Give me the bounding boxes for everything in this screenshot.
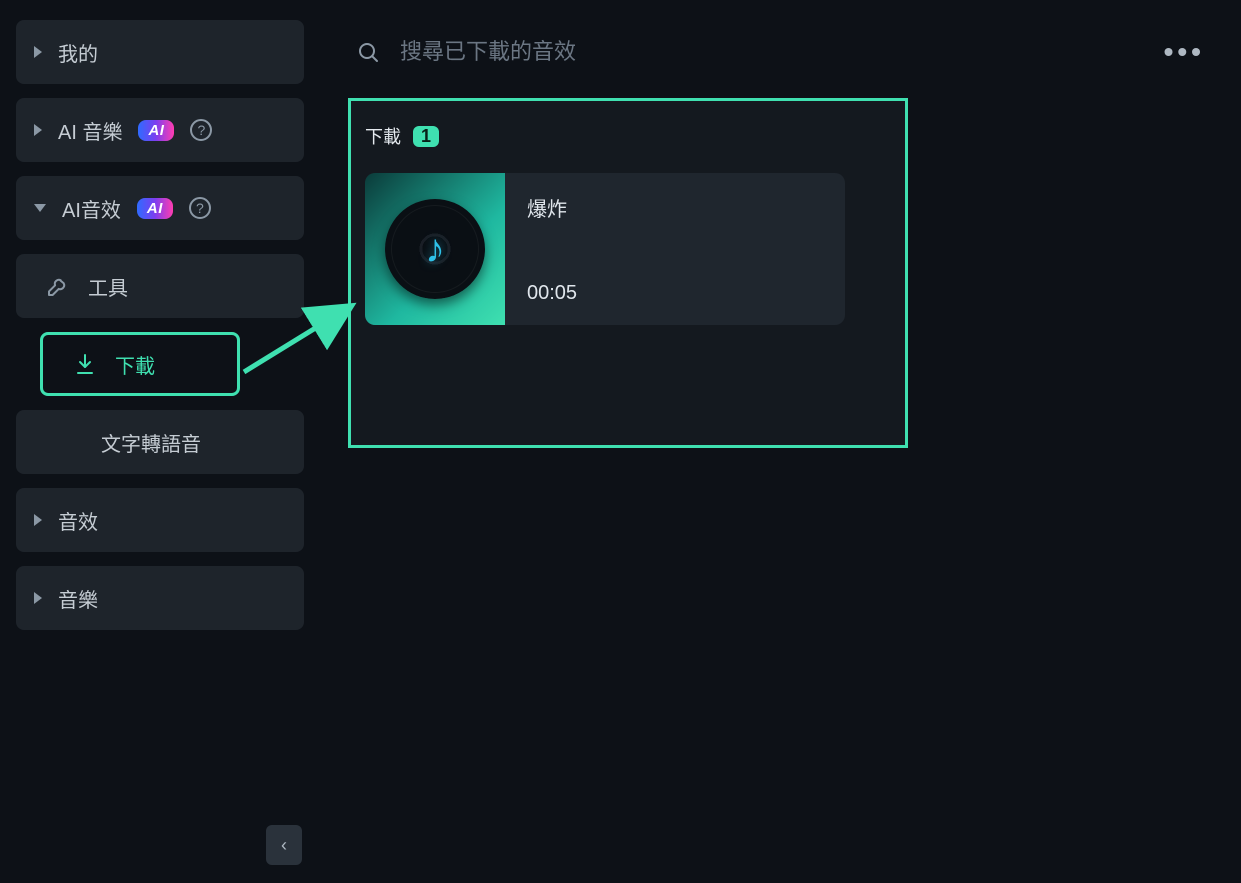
clip-name: 爆炸 <box>527 193 823 222</box>
search-input[interactable] <box>400 39 1136 65</box>
sidebar-item-label: 工具 <box>88 272 128 301</box>
chevron-down-icon <box>34 204 46 212</box>
wrench-icon <box>46 274 70 298</box>
sidebar-item-mine[interactable]: 我的 <box>16 20 304 84</box>
search-bar: ••• <box>348 24 1213 80</box>
help-icon[interactable]: ? <box>189 197 211 219</box>
chevron-right-icon <box>34 514 42 526</box>
more-button[interactable]: ••• <box>1156 32 1213 72</box>
sidebar-item-sfx[interactable]: 音效 <box>16 488 304 552</box>
more-icon: ••• <box>1164 36 1205 67</box>
sidebar-item-ai-music[interactable]: AI 音樂 AI ? <box>16 98 304 162</box>
chevron-right-icon <box>34 592 42 604</box>
sidebar-item-label: AI音效 <box>62 194 121 223</box>
search-icon <box>356 40 380 64</box>
sidebar-item-music[interactable]: 音樂 <box>16 566 304 630</box>
sidebar-item-ai-sfx[interactable]: AI音效 AI ? <box>16 176 304 240</box>
sidebar-item-label: AI 音樂 <box>58 116 122 145</box>
chevron-left-icon: ‹ <box>281 835 287 856</box>
sidebar-item-label: 我的 <box>58 38 98 67</box>
collapse-sidebar-button[interactable]: ‹ <box>266 825 302 865</box>
sidebar-item-tts[interactable]: 文字轉語音 <box>16 410 304 474</box>
panel-title: 下載 <box>365 123 401 149</box>
sidebar-item-label: 文字轉語音 <box>101 428 201 457</box>
help-icon[interactable]: ? <box>190 119 212 141</box>
sidebar-item-label: 下載 <box>115 350 155 379</box>
clip-info: 爆炸 00:05 <box>505 173 845 325</box>
download-icon <box>73 352 97 376</box>
panel-header: 下載 1 <box>365 123 891 149</box>
music-note-icon: ♪ <box>425 229 445 269</box>
count-badge: 1 <box>413 126 439 147</box>
sidebar-item-tools[interactable]: 工具 <box>16 254 304 318</box>
main-panel: ••• 下載 1 ♪ 爆炸 00:05 <box>320 8 1241 883</box>
ai-badge: AI <box>138 120 174 141</box>
chevron-right-icon <box>34 124 42 136</box>
download-panel: 下載 1 ♪ 爆炸 00:05 <box>348 98 908 448</box>
chevron-right-icon <box>34 46 42 58</box>
vinyl-disc-icon: ♪ <box>385 199 485 299</box>
sidebar: 我的 AI 音樂 AI ? AI音效 AI ? 工具 下載 文 <box>0 8 320 883</box>
sidebar-item-label: 音效 <box>58 506 98 535</box>
clip-duration: 00:05 <box>527 282 823 305</box>
clip-thumbnail: ♪ <box>365 173 505 325</box>
audio-clip-card[interactable]: ♪ 爆炸 00:05 <box>365 173 845 325</box>
sidebar-item-download[interactable]: 下載 <box>40 332 240 396</box>
ai-badge: AI <box>137 198 173 219</box>
sidebar-item-label: 音樂 <box>58 584 98 613</box>
